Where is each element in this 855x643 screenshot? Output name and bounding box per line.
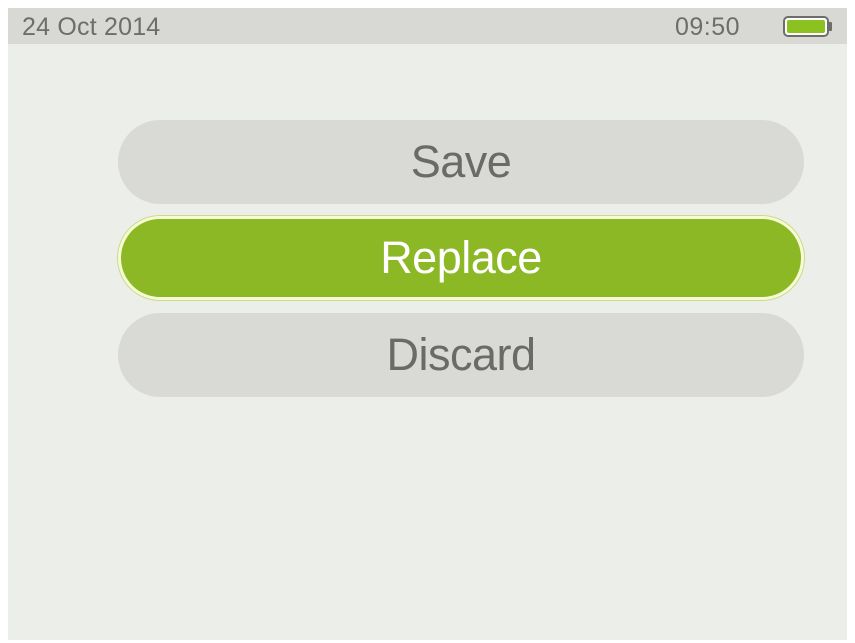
replace-button[interactable]: Replace: [118, 216, 804, 300]
status-date: 24 Oct 2014: [22, 13, 161, 41]
battery-full-icon: [783, 16, 832, 37]
device-screen: 24 Oct 2014 09:50 Save Replace Discard: [8, 8, 847, 640]
save-button[interactable]: Save: [118, 120, 804, 204]
discard-button[interactable]: Discard: [118, 313, 804, 397]
status-time: 09:50: [675, 13, 741, 41]
status-bar: 24 Oct 2014 09:50: [8, 8, 847, 44]
